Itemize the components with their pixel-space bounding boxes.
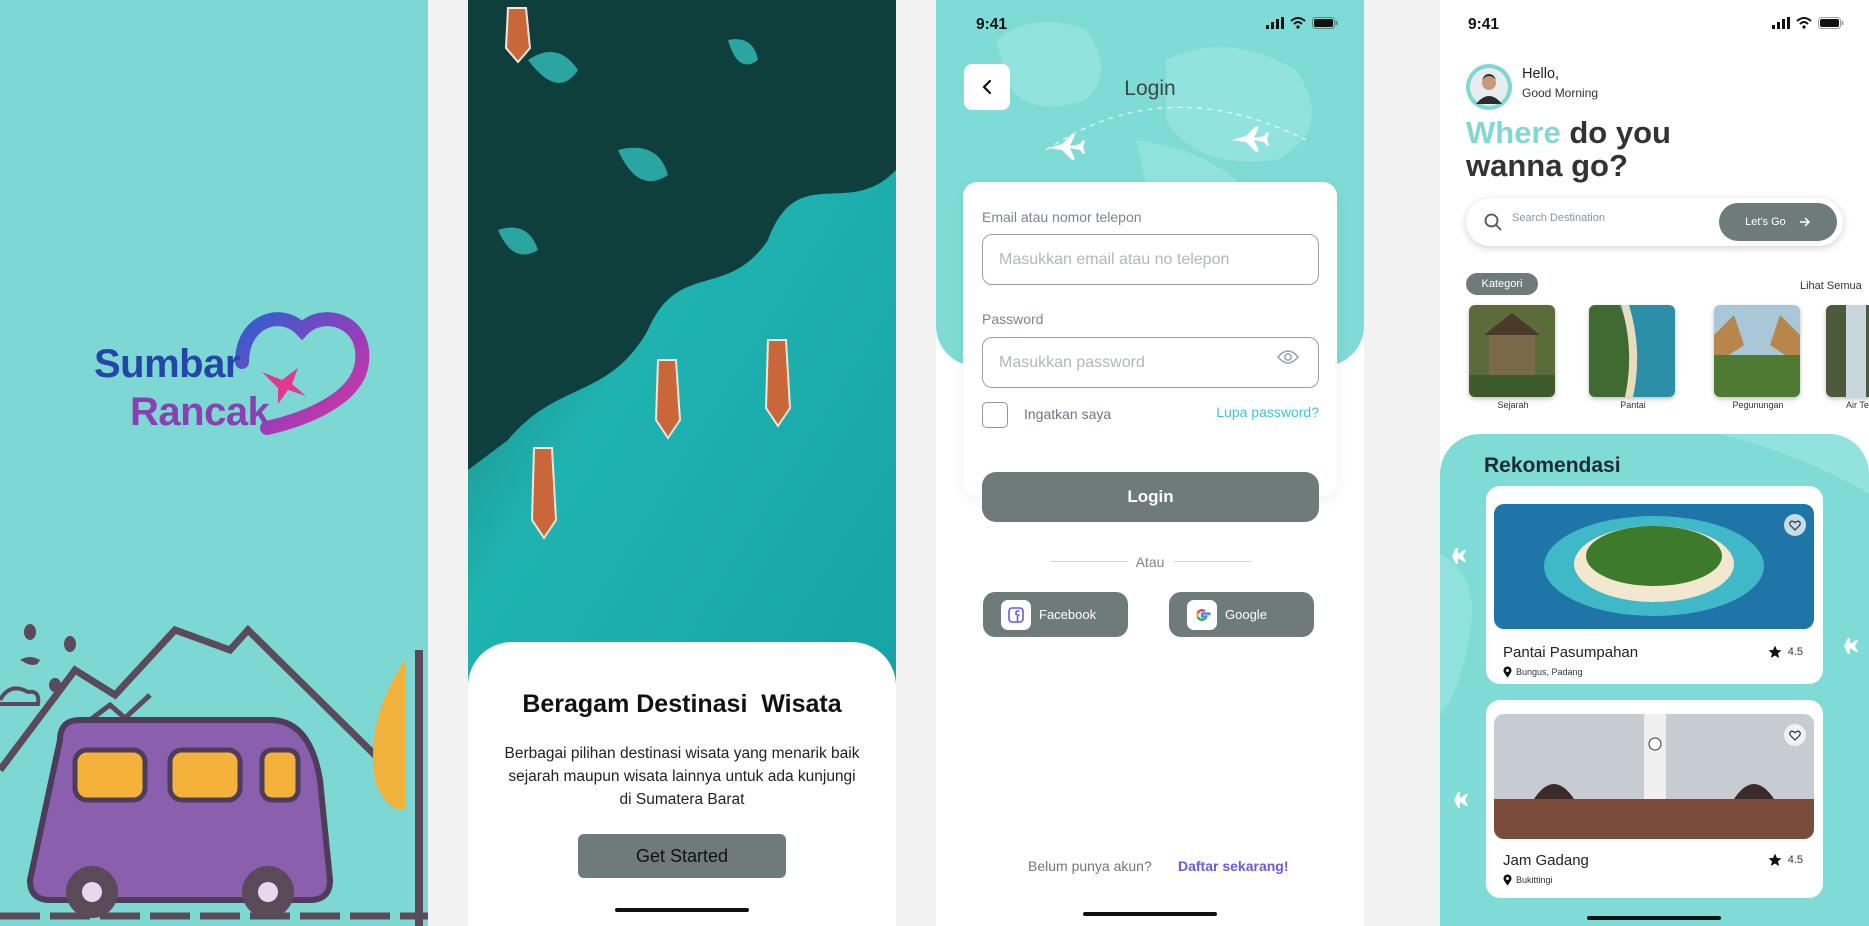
location-pin-icon <box>1503 874 1512 886</box>
category-label: Pegunungan <box>1732 400 1784 410</box>
destination-name: Pantai Pasumpahan <box>1503 644 1639 661</box>
headline-highlight: Where <box>1466 115 1561 150</box>
search-input[interactable] <box>1512 212 1712 224</box>
search-bar: Let's Go <box>1466 198 1843 246</box>
destination-rating: 4.5 <box>1768 853 1803 867</box>
status-time: 9:41 <box>1468 16 1500 33</box>
battery-icon <box>1312 17 1338 29</box>
logo-text-sumbar: Sumbar <box>94 342 240 386</box>
hello-text: Hello, <box>1522 66 1560 82</box>
greeting-text: Good Morning <box>1522 86 1599 100</box>
facebook-icon <box>1001 599 1031 630</box>
category-badge: Kategori <box>1466 273 1538 295</box>
google-login-button[interactable]: Google <box>1169 592 1314 637</box>
recommendation-title: Rekomendasi <box>1484 454 1621 477</box>
category-item[interactable]: Sejarah <box>1469 305 1557 410</box>
recommendation-card[interactable]: Pantai Pasumpahan Bungus, Padang 4.5 <box>1486 486 1823 684</box>
arrow-right-icon <box>1799 217 1810 227</box>
lets-go-label: Let's Go <box>1745 216 1786 228</box>
destination-location: Bungus, Padang <box>1503 666 1583 678</box>
onboarding-sheet: Beragam Destinasi Wisata Berbagai piliha… <box>468 642 896 926</box>
signal-icon <box>1772 17 1790 29</box>
status-icons <box>1772 17 1844 29</box>
recommendation-panel: Rekomendasi Pantai Pasumpahan Bungus, Pa… <box>1440 434 1869 926</box>
destination-image <box>1494 504 1814 629</box>
search-icon <box>1484 213 1502 231</box>
recommendation-card[interactable]: Jam Gadang Bukittingi 4.5 <box>1486 700 1823 898</box>
login-button[interactable]: Login <box>982 472 1319 522</box>
page-title: Login <box>1124 77 1176 100</box>
category-label: Sejarah <box>1497 400 1529 410</box>
signup-link[interactable]: Daftar sekarang! <box>1178 858 1289 874</box>
home-indicator <box>1083 912 1217 916</box>
home-indicator <box>615 908 749 912</box>
or-label: Atau <box>1135 554 1165 570</box>
status-icons <box>1266 17 1338 29</box>
onboarding-title: Beragam Destinasi Wisata <box>522 690 842 718</box>
destination-rating: 4.5 <box>1768 645 1803 659</box>
remember-label: Ingatkan saya <box>1024 406 1112 422</box>
login-form-card: Email atau nomor telepon Password Ingatk… <box>963 182 1337 496</box>
app-logo: Sumbar Rancak <box>92 300 382 440</box>
email-field[interactable] <box>982 234 1319 285</box>
home-indicator <box>1587 916 1721 920</box>
destination-image <box>1494 714 1814 839</box>
google-label: Google <box>1225 607 1267 622</box>
headline-part2: wanna go? <box>1466 148 1628 183</box>
no-account-text: Belum punya akun? <box>1028 858 1152 874</box>
headline-part1: do you <box>1560 115 1671 150</box>
category-label: Pantai <box>1620 400 1646 410</box>
lets-go-button[interactable]: Let's Go <box>1719 203 1837 241</box>
splash-screen: Sumbar Rancak <box>0 0 428 926</box>
user-avatar-icon <box>1470 68 1508 106</box>
page-title: Where do you wanna go? <box>1466 116 1671 182</box>
eye-icon[interactable] <box>1277 349 1299 365</box>
email-label: Email atau nomor telepon <box>982 209 1142 225</box>
onboarding-description: Berbagai pilihan destinasi wisata yang m… <box>504 745 860 808</box>
facebook-login-button[interactable]: Facebook <box>983 592 1128 637</box>
favorite-heart-icon[interactable] <box>1784 514 1806 536</box>
see-all-link[interactable]: Lihat Semua <box>1800 280 1862 292</box>
location-pin-icon <box>1503 666 1512 678</box>
star-icon <box>1768 853 1782 866</box>
signal-icon <box>1266 17 1284 29</box>
avatar[interactable] <box>1466 64 1512 110</box>
logo-text-rancak: Rancak <box>130 390 270 434</box>
password-field[interactable] <box>982 337 1319 388</box>
status-time: 9:41 <box>976 16 1008 33</box>
google-icon <box>1187 599 1217 630</box>
wifi-icon <box>1290 17 1306 29</box>
aerial-sea-photo <box>468 0 896 690</box>
category-item[interactable]: Pegunungan <box>1714 305 1802 410</box>
destination-location: Bukittingi <box>1503 874 1553 886</box>
category-item[interactable]: Pantai <box>1589 305 1677 410</box>
battery-icon <box>1818 17 1844 29</box>
category-label: Air Te <box>1846 400 1869 410</box>
category-image-air-terjun <box>1826 305 1869 397</box>
van-mountain-illustration <box>0 624 428 926</box>
category-image-pegunungan <box>1714 305 1800 397</box>
home-screen: 9:41 Hello, Good Morning Where do you wa… <box>1440 0 1869 926</box>
remember-checkbox[interactable] <box>982 402 1008 428</box>
forgot-password-link[interactable]: Lupa password? <box>1216 404 1319 420</box>
star-icon <box>1768 645 1782 658</box>
destination-name: Jam Gadang <box>1503 852 1589 869</box>
favorite-heart-icon[interactable] <box>1784 724 1806 746</box>
password-label: Password <box>982 311 1044 327</box>
onboarding-screen: Beragam Destinasi Wisata Berbagai piliha… <box>468 0 896 926</box>
facebook-label: Facebook <box>1039 607 1097 622</box>
login-screen: 9:41 Login Email atau nomor telepon Pass… <box>936 0 1364 926</box>
category-item[interactable]: Air Te <box>1826 305 1869 410</box>
wifi-icon <box>1796 17 1812 29</box>
category-image-pantai <box>1589 305 1675 397</box>
get-started-button[interactable]: Get Started <box>578 834 786 878</box>
category-image-sejarah <box>1469 305 1555 397</box>
